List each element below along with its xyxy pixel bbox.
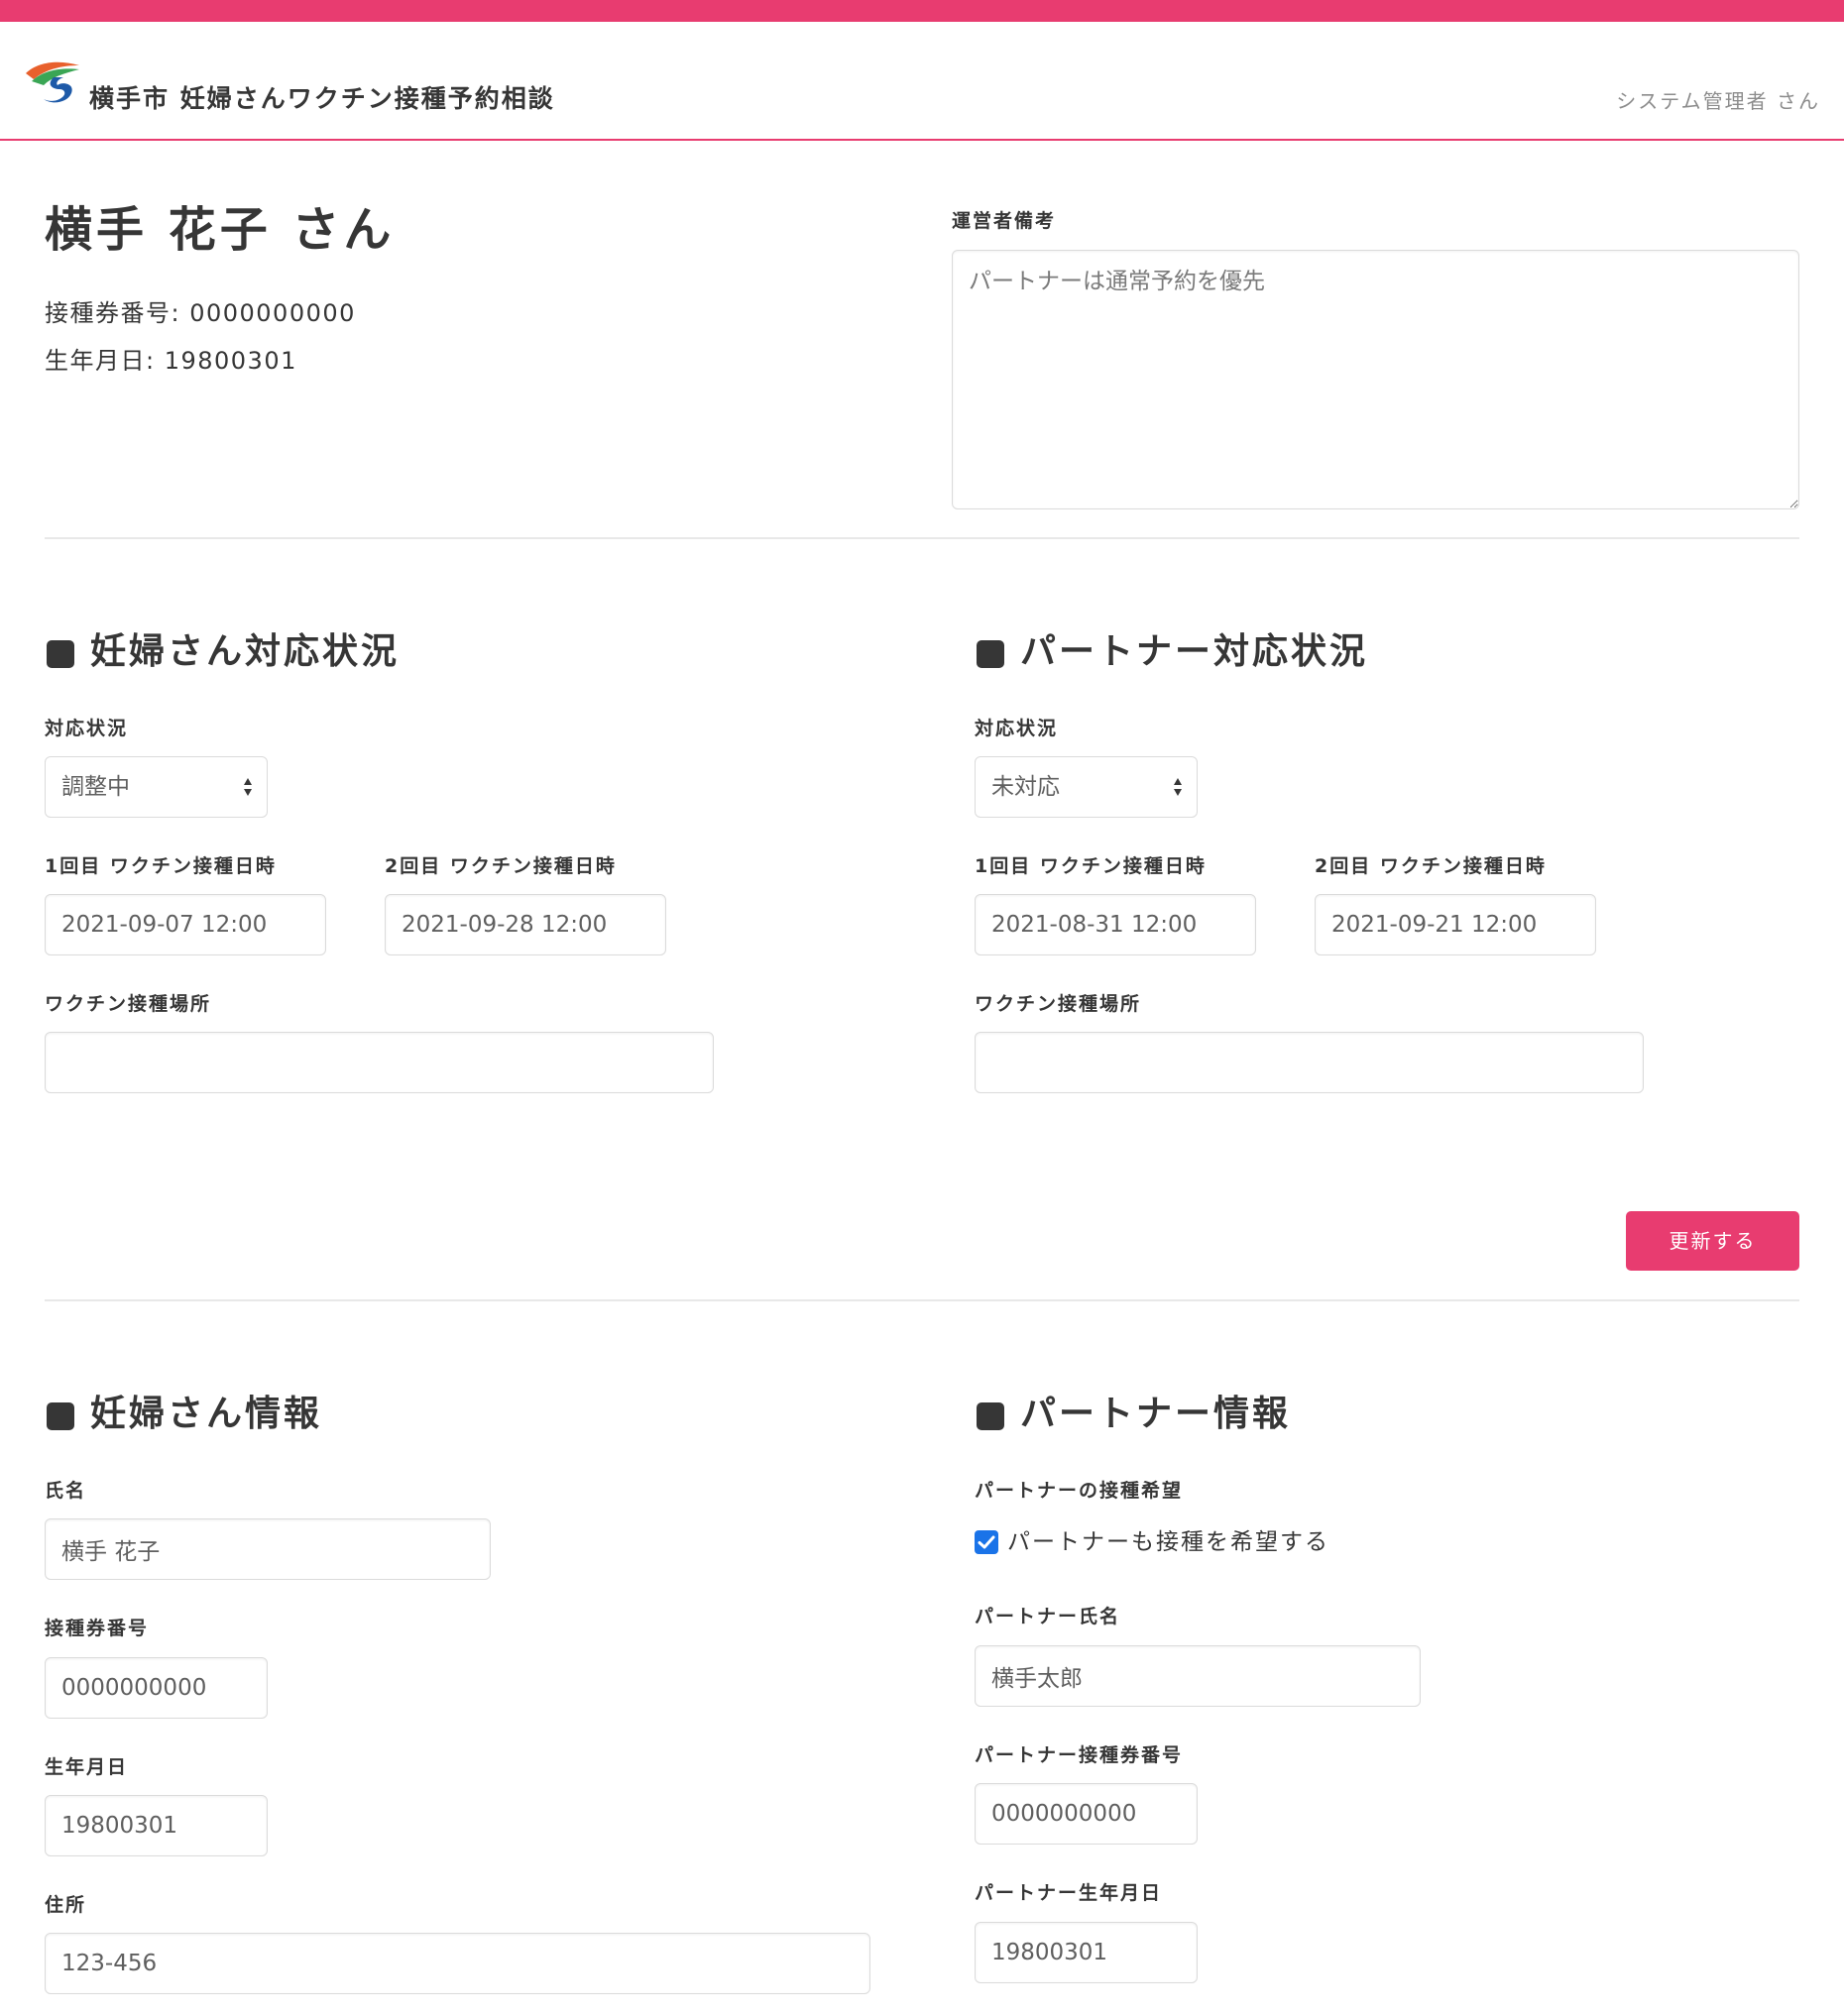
square-bullet-icon <box>977 1402 1004 1430</box>
pregnant-dose2-input[interactable] <box>385 894 666 955</box>
pregnant-birth-input[interactable] <box>45 1795 268 1856</box>
pregnant-dose1-input[interactable] <box>45 894 326 955</box>
divider <box>45 537 1799 539</box>
page-title: 横手 花子 さん <box>45 202 396 258</box>
partner-status-label: 対応状況 <box>975 718 1059 739</box>
pregnant-name-label: 氏名 <box>45 1480 87 1502</box>
square-bullet-icon <box>47 640 74 668</box>
pregnant-ticket-input[interactable] <box>45 1657 268 1719</box>
partner-wish-label: パートナーの接種希望 <box>975 1480 1184 1502</box>
partner-info-title: パートナー情報 <box>977 1391 1291 1438</box>
pregnant-dose1-label: 1回目 ワクチン接種日時 <box>45 855 277 877</box>
pregnant-status-select[interactable]: 調整中 <box>45 756 268 818</box>
app-title: 横手市 妊婦さんワクチン接種予約相談 <box>89 84 555 113</box>
partner-name-input[interactable] <box>975 1645 1421 1707</box>
partner-birth-input[interactable] <box>975 1922 1198 1983</box>
pregnant-ticket-label: 接種券番号 <box>45 1618 150 1639</box>
app-header: 横手市 妊婦さんワクチン接種予約相談 システム管理者 さん <box>0 22 1844 141</box>
partner-wish-checkbox[interactable] <box>975 1530 998 1554</box>
divider <box>45 1299 1799 1301</box>
square-bullet-icon <box>47 1402 74 1430</box>
pregnant-status-value: 調整中 <box>61 774 130 800</box>
select-arrows-icon <box>1174 778 1182 796</box>
pregnant-name-input[interactable] <box>45 1518 491 1580</box>
partner-birth-label: パートナー生年月日 <box>975 1882 1163 1904</box>
square-bullet-icon <box>977 640 1004 668</box>
partner-status-select[interactable]: 未対応 <box>975 756 1198 818</box>
partner-dose2-label: 2回目 ワクチン接種日時 <box>1315 855 1547 877</box>
pregnant-address-label: 住所 <box>45 1894 87 1916</box>
partner-place-input[interactable] <box>975 1032 1644 1093</box>
partner-wish-checkbox-label[interactable]: パートナーも接種を希望する <box>1007 1526 1329 1558</box>
partner-ticket-label: パートナー接種券番号 <box>975 1744 1184 1766</box>
notes-label: 運営者備考 <box>952 210 1057 232</box>
update-button[interactable]: 更新する <box>1626 1211 1799 1271</box>
partner-place-label: ワクチン接種場所 <box>975 993 1142 1015</box>
partner-status-value: 未対応 <box>991 774 1060 800</box>
checkmark-icon <box>978 1535 995 1549</box>
partner-status-title: パートナー対応状況 <box>977 628 1368 676</box>
partner-dose2-input[interactable] <box>1315 894 1596 955</box>
pregnant-status-label: 対応状況 <box>45 718 129 739</box>
city-logo-icon <box>26 61 79 103</box>
select-arrows-icon <box>244 778 252 796</box>
pregnant-dose2-label: 2回目 ワクチン接種日時 <box>385 855 617 877</box>
pregnant-status-title: 妊婦さん対応状況 <box>47 628 400 676</box>
partner-dose1-input[interactable] <box>975 894 1256 955</box>
partner-dose1-label: 1回目 ワクチン接種日時 <box>975 855 1207 877</box>
ticket-number-text: 接種券番号: 0000000000 <box>45 299 356 327</box>
pregnant-place-input[interactable] <box>45 1032 714 1093</box>
pregnant-address-input[interactable] <box>45 1933 870 1994</box>
pregnant-place-label: ワクチン接種場所 <box>45 993 212 1015</box>
birth-date-text: 生年月日: 19800301 <box>45 347 297 375</box>
partner-name-label: パートナー氏名 <box>975 1606 1121 1627</box>
notes-textarea[interactable]: パートナーは通常予約を優先 <box>952 250 1799 509</box>
current-user[interactable]: システム管理者 さん <box>1616 85 1820 114</box>
pregnant-info-title: 妊婦さん情報 <box>47 1391 322 1438</box>
pregnant-birth-label: 生年月日 <box>45 1756 129 1778</box>
partner-ticket-input[interactable] <box>975 1783 1198 1845</box>
top-accent-bar <box>0 0 1844 22</box>
